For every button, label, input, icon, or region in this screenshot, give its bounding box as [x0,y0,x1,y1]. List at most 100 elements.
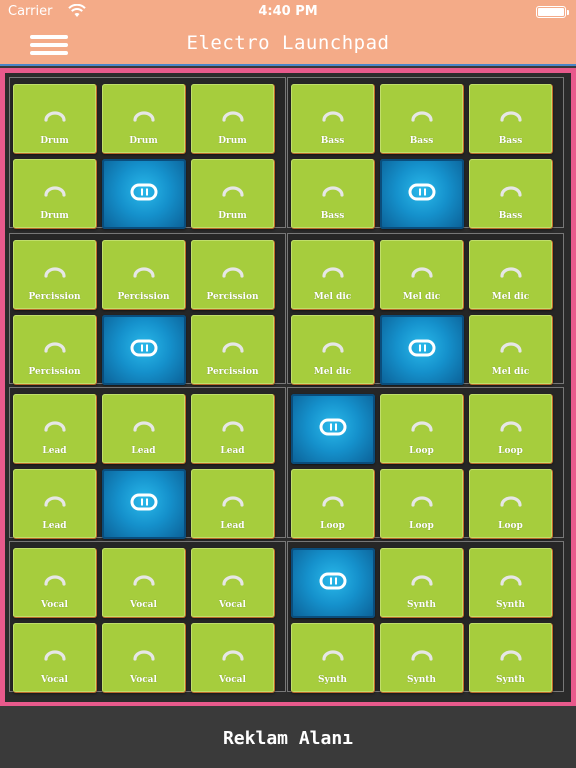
pad-lead[interactable]: Lead [102,394,186,464]
pause-ring-icon [130,493,158,511]
pad-label: Drum [40,136,69,146]
pad-label: Loop [498,521,523,531]
pad-label: Drum [218,211,247,221]
pad-label: Vocal [130,600,157,610]
pad-label: Bass [498,136,523,146]
pad-label: Vocal [219,600,246,610]
pad-ring-icon [44,575,66,586]
pad-ring-icon [411,575,433,586]
pad-percission[interactable]: Percission [191,315,275,385]
pad-label: Mel dic [491,367,530,377]
pad-ring-icon [44,267,66,278]
pad-synth[interactable]: Synth [469,623,553,693]
pad-loop[interactable]: Loop [469,394,553,464]
pad-percission[interactable]: Percission [191,240,275,310]
pad-loop[interactable]: Loop [380,394,464,464]
pad-lead[interactable]: Lead [191,469,275,539]
pad-vocal[interactable]: Vocal [13,623,97,693]
pad-label: Drum [40,211,69,221]
active-pad[interactable] [291,394,375,464]
pad-label: Lead [220,521,245,531]
active-pad[interactable] [102,469,186,539]
pad-label: Percission [28,292,81,302]
pad-synth[interactable]: Synth [380,623,464,693]
pad-bass[interactable]: Bass [380,84,464,154]
pad-vocal[interactable]: Vocal [102,548,186,618]
pad-ring-icon [411,496,433,507]
pad-label: Lead [42,521,67,531]
pad-section-percission: Percission Percission Percission Percission… [9,233,286,385]
active-pad[interactable] [380,159,464,229]
pad-drum[interactable]: Drum [13,84,97,154]
pad-ring-icon [133,575,155,586]
pad-ring-icon [411,421,433,432]
pad-ring-icon [322,186,344,197]
pad-melodic[interactable]: Mel dic [380,240,464,310]
pad-label: Mel dic [313,367,352,377]
pad-drum[interactable]: Drum [13,159,97,229]
page-title: Electro Launchpad [186,32,390,54]
pad-ring-icon [44,496,66,507]
pad-bass[interactable]: Bass [291,159,375,229]
pad-ring-icon [222,342,244,353]
active-pad[interactable] [291,548,375,618]
ad-banner[interactable]: Reklam Alanı [0,706,576,768]
pad-ring-icon [500,186,522,197]
pad-ring-icon [222,111,244,122]
pad-vocal[interactable]: Vocal [191,548,275,618]
pad-vocal[interactable]: Vocal [102,623,186,693]
pad-bass[interactable]: Bass [291,84,375,154]
pad-ring-icon [44,421,66,432]
pad-bass[interactable]: Bass [469,84,553,154]
pad-loop[interactable]: Loop [380,469,464,539]
pad-percission[interactable]: Percission [13,240,97,310]
pad-label: Lead [220,446,245,456]
pad-drum[interactable]: Drum [191,159,275,229]
pad-melodic[interactable]: Mel dic [291,240,375,310]
pause-ring-icon [408,183,436,201]
pad-melodic[interactable]: Mel dic [469,315,553,385]
launchpad-board: Drum Drum Drum Drum Drum Bass Bass Bass Bass Bass… [5,73,571,702]
pad-ring-icon [500,421,522,432]
pad-section-vocal: Vocal Vocal Vocal Vocal Vocal Vocal [9,541,286,693]
pad-percission[interactable]: Percission [13,315,97,385]
launchpad-frame: Drum Drum Drum Drum Drum Bass Bass Bass Bass Bass… [0,68,576,706]
nav-bar: Electro Launchpad [0,24,576,66]
active-pad[interactable] [102,159,186,229]
pad-drum[interactable]: Drum [191,84,275,154]
pad-lead[interactable]: Lead [13,469,97,539]
pad-melodic[interactable]: Mel dic [291,315,375,385]
pad-label: Mel dic [402,292,441,302]
pad-bass[interactable]: Bass [469,159,553,229]
pad-synth[interactable]: Synth [469,548,553,618]
pad-ring-icon [44,650,66,661]
pad-vocal[interactable]: Vocal [191,623,275,693]
pad-label: Lead [131,446,156,456]
pad-melodic[interactable]: Mel dic [469,240,553,310]
pad-label: Synth [496,600,525,610]
pad-drum[interactable]: Drum [102,84,186,154]
ad-banner-text: Reklam Alanı [222,728,354,749]
pad-synth[interactable]: Synth [291,623,375,693]
pad-label: Vocal [219,675,246,685]
pad-loop[interactable]: Loop [469,469,553,539]
pad-loop[interactable]: Loop [291,469,375,539]
pad-label: Percission [206,367,259,377]
pad-synth[interactable]: Synth [380,548,464,618]
pad-label: Bass [498,211,523,221]
pad-section-synth: Synth Synth Synth Synth Synth [287,541,564,693]
pad-percission[interactable]: Percission [102,240,186,310]
active-pad[interactable] [380,315,464,385]
pad-ring-icon [500,650,522,661]
pad-vocal[interactable]: Vocal [13,548,97,618]
pad-ring-icon [322,650,344,661]
pad-lead[interactable]: Lead [191,394,275,464]
pad-label: Percission [206,292,259,302]
pad-label: Vocal [130,675,157,685]
pad-ring-icon [222,575,244,586]
pad-ring-icon [500,342,522,353]
pad-section-lead: Lead Lead Lead Lead Lead [9,387,286,539]
active-pad[interactable] [102,315,186,385]
pad-lead[interactable]: Lead [13,394,97,464]
pad-label: Vocal [41,600,68,610]
